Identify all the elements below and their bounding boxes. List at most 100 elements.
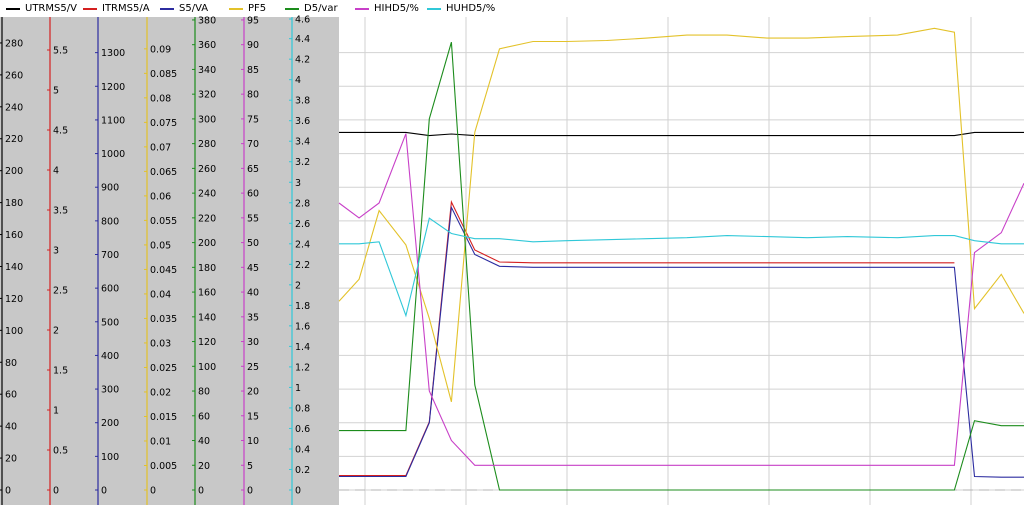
tick-label: 2 [295,280,301,291]
tick-label: 600 [101,284,119,295]
tick-label: 3.4 [295,137,310,148]
tick-label: 55 [247,213,259,224]
tick-label: 2.2 [295,260,310,271]
tick-label: 0.8 [295,403,310,414]
tick-label: 0.025 [150,363,177,374]
tick-label: 80 [198,387,210,398]
tick-label: 1000 [101,149,125,160]
tick-label: 95 [247,15,259,26]
tick-label: 0.06 [150,191,171,202]
tick-label: 0.2 [295,465,310,476]
tick-label: 0.01 [150,436,171,447]
chart-svg: 0204060801001201401601802002202402602800… [0,15,1024,505]
tick-label: 160 [198,288,216,299]
tick-label: 180 [198,263,216,274]
tick-label: 2.4 [295,239,310,250]
tick-label: 40 [198,436,210,447]
tick-label: 180 [5,198,23,209]
tick-label: 500 [101,317,119,328]
tick-label: 0.5 [53,446,68,457]
tick-label: 80 [5,358,17,369]
tick-label: 40 [5,422,17,433]
tick-label: 4.6 [295,15,310,26]
tick-label: 120 [5,294,23,305]
tick-label: 0.05 [150,240,171,251]
tick-label: 0 [53,486,59,497]
tick-label: 140 [5,262,23,273]
tick-label: 380 [198,15,216,26]
tick-label: 0 [198,486,204,497]
tick-label: 1.6 [295,321,310,332]
tick-label: 260 [198,164,216,175]
tick-label: 10 [247,436,259,447]
tick-label: 140 [198,312,216,323]
tick-label: 1100 [101,115,125,126]
tick-label: 15 [247,411,259,422]
tick-label: 0.005 [150,461,177,472]
tick-label: 20 [5,454,17,465]
tick-label: 80 [247,90,259,101]
tick-label: 1 [295,383,301,394]
tick-label: 1200 [101,82,125,93]
tick-label: 75 [247,114,259,125]
tick-label: 20 [247,387,259,398]
tick-label: 0.07 [150,142,171,153]
tick-label: 30 [247,337,259,348]
tick-label: 4.2 [295,55,310,66]
tick-label: 200 [5,166,23,177]
tick-label: 280 [198,139,216,150]
tick-label: 200 [101,418,119,429]
tick-label: 4.4 [295,34,310,45]
tick-label: 1.5 [53,366,68,377]
tick-label: 0 [101,486,107,497]
tick-label: 5 [247,461,253,472]
tick-label: 300 [101,385,119,396]
tick-label: 160 [5,230,23,241]
tick-label: 4 [295,75,301,86]
tick-label: 0.075 [150,118,177,129]
tick-label: 3.2 [295,157,310,168]
tick-label: 3 [53,246,59,257]
tick-label: 280 [5,38,23,49]
tick-label: 100 [101,452,119,463]
tick-label: 800 [101,216,119,227]
tick-label: 0.065 [150,167,177,178]
tick-label: 100 [198,362,216,373]
tick-label: 260 [5,70,23,81]
tick-label: 3.5 [53,206,68,217]
tick-label: 50 [247,238,259,249]
tick-label: 100 [5,326,23,337]
tick-label: 0.03 [150,338,171,349]
tick-label: 5 [53,86,59,97]
tick-label: 340 [198,65,216,76]
series-line-s5va [339,205,1024,478]
tick-label: 1.4 [295,342,310,353]
tick-label: 200 [198,238,216,249]
tick-label: 0.045 [150,265,177,276]
tick-label: 0.04 [150,289,171,300]
tick-label: 1.2 [295,362,310,373]
tick-label: 0 [247,486,253,497]
tick-label: 4 [53,166,59,177]
tick-label: 70 [247,139,259,150]
tick-label: 0.02 [150,387,171,398]
tick-label: 700 [101,250,119,261]
tick-label: 0.015 [150,412,177,423]
series-line-itrms5a [339,200,955,477]
tick-label: 2.6 [295,219,310,230]
tick-label: 320 [198,90,216,101]
tick-label: 300 [198,114,216,125]
tick-label: 60 [5,390,17,401]
tick-label: 40 [247,288,259,299]
tick-label: 60 [198,411,210,422]
tick-label: 2.8 [295,198,310,209]
tick-label: 0 [5,486,11,497]
tick-label: 0 [150,486,156,497]
tick-label: 0 [295,486,301,497]
tick-label: 3.8 [295,96,310,107]
tick-label: 20 [198,461,210,472]
tick-label: 3 [295,178,301,189]
tick-label: 400 [101,351,119,362]
tick-label: 900 [101,183,119,194]
tick-label: 3.6 [295,116,310,127]
